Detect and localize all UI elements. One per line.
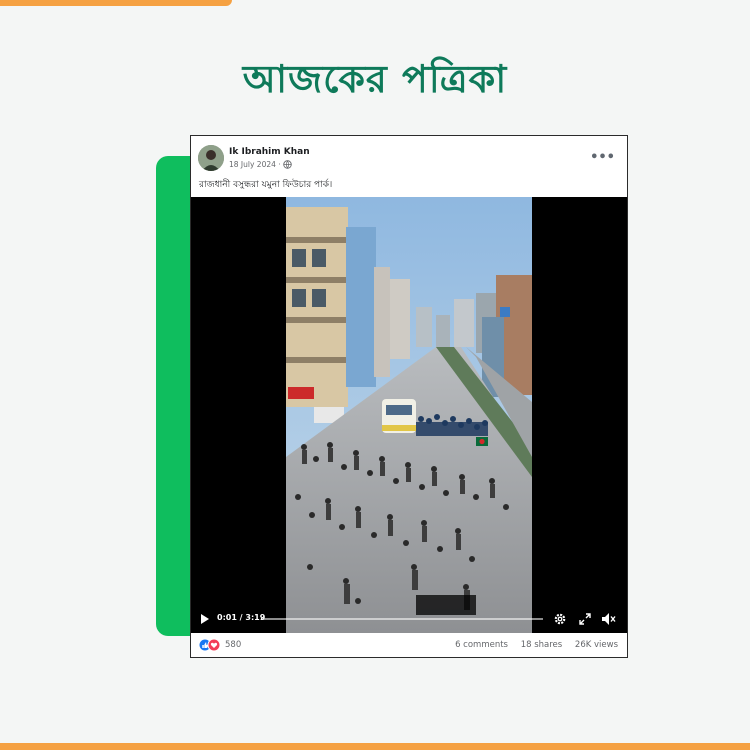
shares-count[interactable]: 18 shares bbox=[521, 640, 563, 650]
reaction-icons[interactable] bbox=[198, 638, 222, 652]
author-name[interactable]: Ik Ibrahim Khan bbox=[229, 147, 310, 157]
globe-icon bbox=[283, 160, 292, 169]
video-progress-fill bbox=[261, 618, 263, 620]
reaction-count[interactable]: 580 bbox=[225, 640, 241, 650]
video-player[interactable]: 0:01 / 3:19 bbox=[191, 197, 627, 633]
brand-logo: আজকের পত্রিকা bbox=[242, 56, 508, 101]
video-frame-street-scene bbox=[286, 197, 532, 633]
post-footer: 580 6 comments 18 shares 26K views bbox=[191, 633, 627, 657]
fullscreen-icon[interactable] bbox=[579, 613, 591, 625]
top-accent-bar bbox=[0, 0, 232, 6]
post-date[interactable]: 18 July 2024 · bbox=[229, 160, 281, 169]
facebook-post-card: Ik Ibrahim Khan 18 July 2024 · ••• রাজধা… bbox=[190, 135, 628, 658]
post-header: Ik Ibrahim Khan 18 July 2024 · ••• রাজধা… bbox=[191, 136, 627, 196]
video-progress-bar[interactable] bbox=[261, 618, 543, 620]
post-stats: 6 comments 18 shares 26K views bbox=[445, 640, 618, 650]
comments-count[interactable]: 6 comments bbox=[455, 640, 508, 650]
bottom-accent-bar bbox=[0, 743, 750, 750]
video-time: 0:01 / 3:19 bbox=[217, 613, 266, 622]
video-controls: 0:01 / 3:19 bbox=[191, 605, 627, 633]
more-options-icon[interactable]: ••• bbox=[590, 150, 615, 165]
author-avatar[interactable] bbox=[198, 145, 224, 171]
settings-gear-icon[interactable] bbox=[553, 612, 567, 626]
post-text: রাজধানী বসুন্ধরা যমুনা ফিউচার পার্ক। bbox=[199, 180, 333, 190]
love-icon bbox=[207, 638, 221, 652]
play-icon[interactable] bbox=[200, 613, 210, 625]
views-count: 26K views bbox=[574, 640, 618, 650]
volume-mute-icon[interactable] bbox=[601, 612, 617, 626]
